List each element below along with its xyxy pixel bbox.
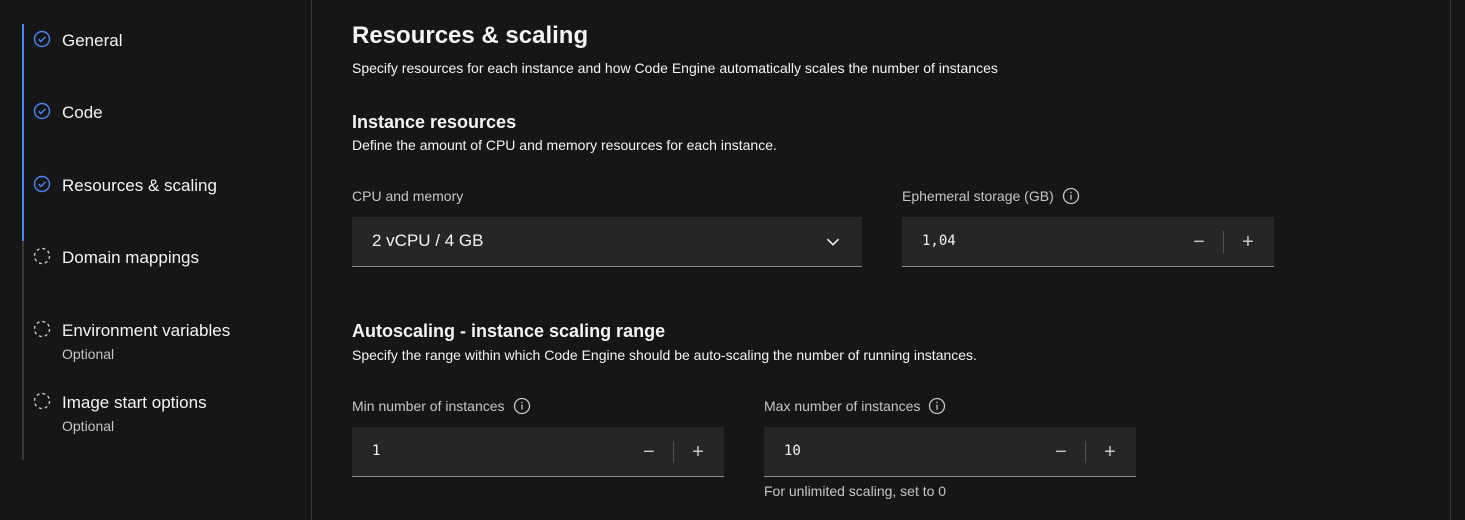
- step-code[interactable]: Code: [24, 99, 304, 157]
- decrement-button[interactable]: −: [625, 427, 673, 477]
- instance-resources-heading: Instance resources: [352, 112, 517, 132]
- decrement-button[interactable]: −: [1037, 427, 1085, 477]
- cpu-memory-label-text: CPU and memory: [352, 188, 464, 204]
- min-instances-label-text: Min number of instances: [352, 398, 505, 414]
- circle-dash-icon: [33, 392, 51, 410]
- step-environment-variables[interactable]: Environment variables Optional: [24, 317, 304, 375]
- checkmark-outline-icon: [33, 30, 51, 48]
- step-label: Environment variables: [62, 321, 231, 340]
- step-optional-tag: Optional: [62, 418, 115, 434]
- cpu-memory-selected-value: 2 vCPU / 4 GB: [372, 231, 484, 250]
- step-label: Code: [62, 103, 103, 122]
- cpu-memory-label: CPU and memory: [352, 188, 463, 204]
- autoscaling-description: Specify the range within which Code Engi…: [352, 347, 977, 363]
- max-instances-helper-text: For unlimited scaling, set to 0: [764, 483, 947, 499]
- increment-button[interactable]: +: [674, 427, 722, 477]
- step-image-start-options[interactable]: Image start options Optional: [24, 389, 304, 447]
- step-general[interactable]: General: [24, 27, 304, 85]
- ephemeral-storage-label-text: Ephemeral storage (GB): [902, 188, 1054, 204]
- max-instances-value[interactable]: [784, 443, 984, 459]
- step-label: General: [62, 31, 123, 50]
- ephemeral-storage-input[interactable]: − +: [902, 217, 1274, 267]
- page-description: Specify resources for each instance and …: [352, 60, 998, 76]
- step-label: Image start options: [62, 393, 207, 412]
- app-root: General Code Resources & scaling Domain …: [0, 0, 1465, 520]
- main-content: Resources & scaling Specify resources fo…: [312, 0, 1451, 520]
- decrement-button[interactable]: −: [1175, 217, 1223, 267]
- information-icon[interactable]: [928, 397, 946, 415]
- increment-button[interactable]: +: [1086, 427, 1134, 477]
- min-instances-label: Min number of instances: [352, 397, 531, 415]
- step-resources-scaling[interactable]: Resources & scaling: [24, 172, 304, 230]
- checkmark-outline-icon: [33, 175, 51, 193]
- information-icon[interactable]: [513, 397, 531, 415]
- circle-dash-icon: [33, 247, 51, 265]
- instance-resources-description: Define the amount of CPU and memory reso…: [352, 137, 777, 153]
- ephemeral-storage-value[interactable]: [922, 233, 1122, 249]
- increment-button[interactable]: +: [1224, 217, 1272, 267]
- step-domain-mappings[interactable]: Domain mappings: [24, 244, 304, 302]
- max-instances-input[interactable]: − +: [764, 427, 1136, 477]
- step-label: Resources & scaling: [62, 176, 217, 195]
- information-icon[interactable]: [1062, 187, 1080, 205]
- page-title: Resources & scaling: [352, 22, 589, 49]
- chevron-down-icon: [826, 238, 840, 246]
- circle-dash-icon: [33, 320, 51, 338]
- autoscaling-heading: Autoscaling - instance scaling range: [352, 321, 666, 341]
- step-optional-tag: Optional: [62, 346, 115, 362]
- min-instances-value[interactable]: [372, 443, 572, 459]
- progress-sidebar: General Code Resources & scaling Domain …: [0, 0, 312, 520]
- right-panel-divider: [1450, 0, 1451, 520]
- min-instances-input[interactable]: − +: [352, 427, 724, 477]
- ephemeral-storage-label: Ephemeral storage (GB): [902, 187, 1080, 205]
- max-instances-label: Max number of instances: [764, 397, 946, 415]
- cpu-memory-dropdown[interactable]: 2 vCPU / 4 GB: [352, 217, 862, 267]
- max-instances-label-text: Max number of instances: [764, 398, 921, 414]
- checkmark-outline-icon: [33, 102, 51, 120]
- step-label: Domain mappings: [62, 248, 200, 267]
